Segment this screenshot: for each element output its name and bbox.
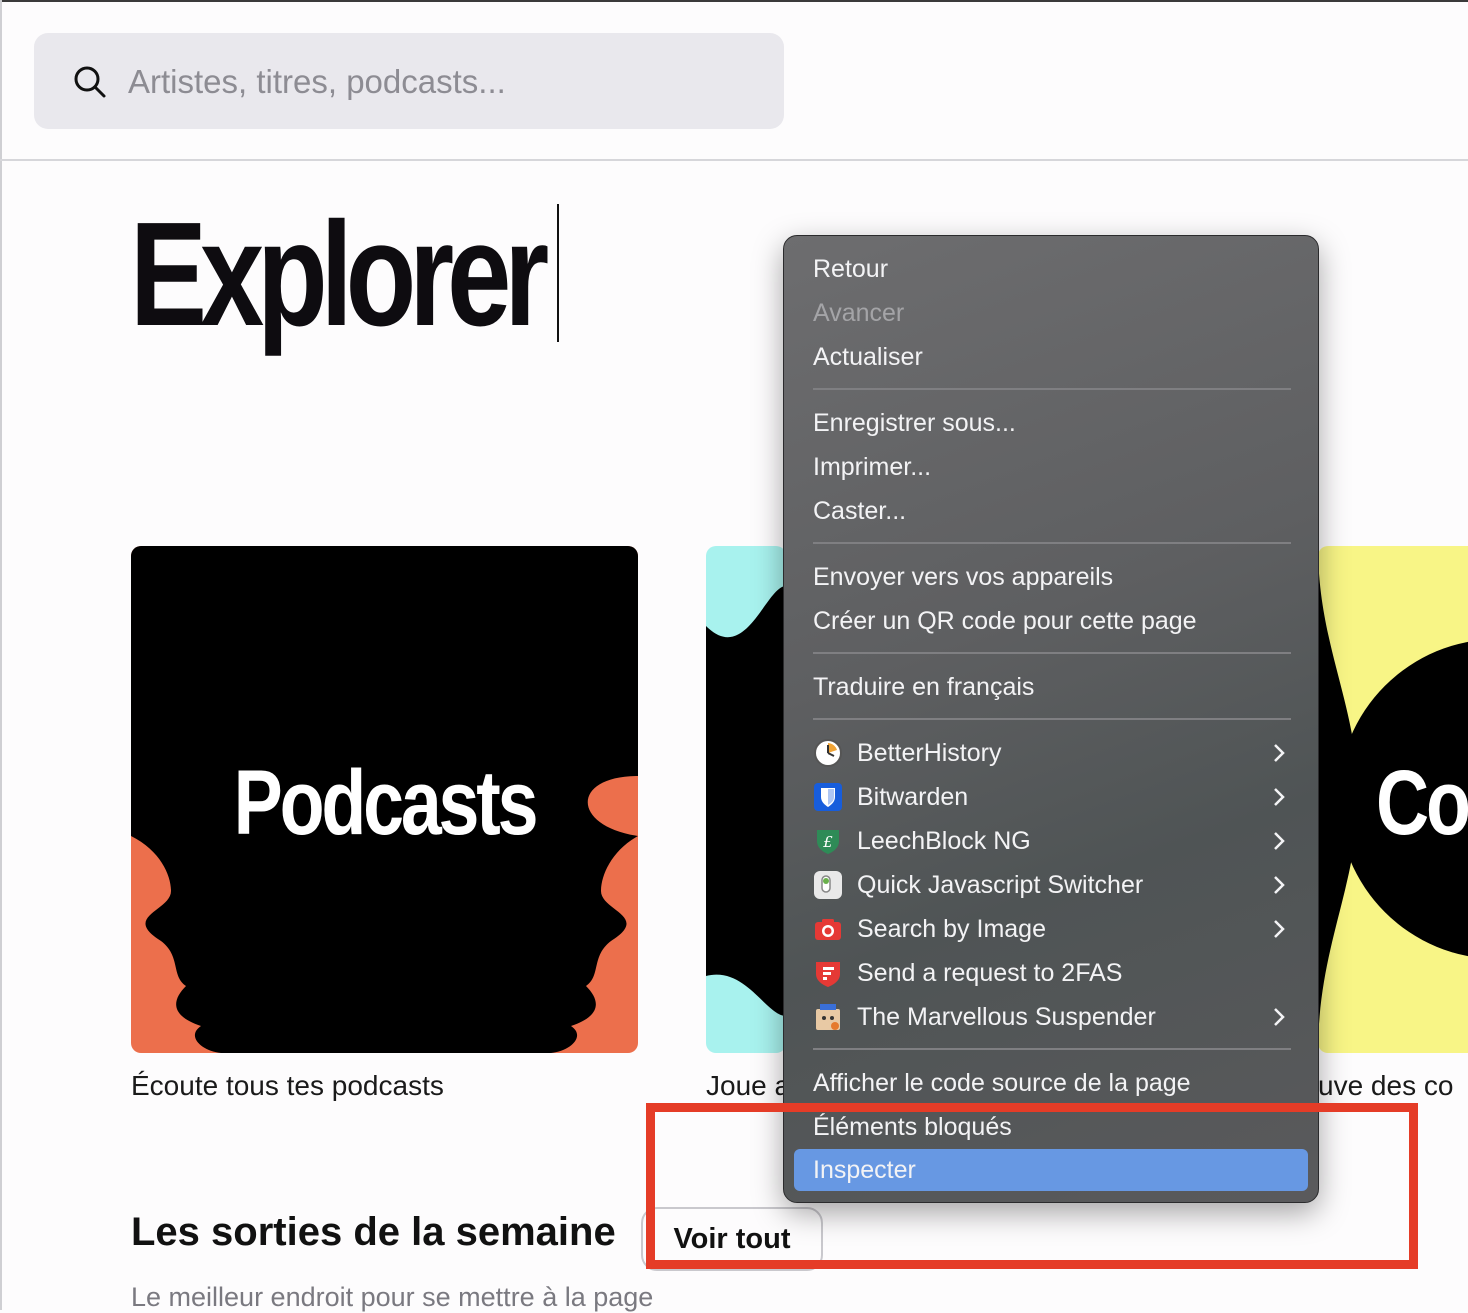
shield-icon [814,783,842,811]
menu-item-reload[interactable]: Actualiser [794,336,1308,378]
menu-item-view-source[interactable]: Afficher le code source de la page [794,1062,1308,1104]
game-card-art [706,586,786,1016]
menu-item-betterhistory[interactable]: BetterHistory [794,732,1308,774]
menu-item-label: Bitwarden [857,783,969,811]
menu-item-label: Search by Image [857,915,1046,943]
menu-item-save-as[interactable]: Enregistrer sous... [794,402,1308,444]
toggle-icon [814,871,842,899]
search-icon [74,66,106,98]
chevron-right-icon [1274,744,1285,762]
card-game-caption: Joue a [706,1070,791,1101]
menu-item-label: The Marvellous Suspender [857,1003,1156,1031]
menu-item-label: Enregistrer sous... [813,409,1016,437]
menu-item-label: Envoyer vers vos appareils [813,563,1114,591]
header-divider [0,159,1468,161]
menu-item-send-to-devices[interactable]: Envoyer vers vos appareils [794,556,1308,598]
page-title: Explorer [130,192,549,357]
menu-item-create-qr[interactable]: Créer un QR code pour cette page [794,600,1308,642]
search-input[interactable] [126,51,750,113]
svg-text:£: £ [822,833,833,851]
suspender-icon [816,1004,840,1030]
leech-shield-icon: £ [817,830,839,854]
menu-item-label: Traduire en français [813,673,1035,701]
menu-item-translate[interactable]: Traduire en français [794,666,1308,708]
menu-item-label: Créer un QR code pour cette page [813,607,1197,635]
chevron-right-icon [1274,1008,1285,1026]
menu-item-label: Caster... [813,497,907,525]
card-concerts[interactable]: Co [1318,546,1468,1053]
menu-item-forward: Avancer [794,292,1308,334]
menu-item-quick-js-switcher[interactable]: Quick Javascript Switcher [794,864,1308,906]
menu-separator [813,542,1291,544]
window-left-border [0,0,2,1310]
clock-icon [814,739,842,767]
section-subtitle: Le meilleur endroit pour se mettre à la … [131,1282,654,1312]
menu-item-marvellous-suspender[interactable]: The Marvellous Suspender [794,996,1308,1038]
card-podcasts-caption: Écoute tous tes podcasts [131,1070,444,1101]
text-caret [557,204,559,342]
menu-item-label: Imprimer... [813,453,932,481]
context-menu: Retour Avancer Actualiser Enregistrer so… [783,235,1319,1203]
menu-item-back[interactable]: Retour [794,248,1308,290]
card-podcasts[interactable]: Podcasts [131,546,638,1053]
menu-item-label: LeechBlock NG [857,827,1031,855]
menu-item-label: Afficher le code source de la page [813,1069,1191,1097]
menu-item-search-by-image[interactable]: Search by Image [794,908,1308,950]
card-concerts-label: Co [1376,752,1468,854]
chevron-right-icon [1274,788,1285,806]
menu-item-label: Quick Javascript Switcher [857,871,1144,899]
window-top-border [0,0,1468,2]
chevron-right-icon [1274,832,1285,850]
menu-item-label: Avancer [813,299,905,327]
menu-separator [813,1048,1291,1050]
annotation-highlight-box [646,1103,1418,1269]
chevron-right-icon [1274,876,1285,894]
menu-item-cast[interactable]: Caster... [794,490,1308,532]
menu-item-bitwarden[interactable]: Bitwarden [794,776,1308,818]
menu-item-label: BetterHistory [857,739,1002,767]
search-bar[interactable] [34,33,784,129]
card-game[interactable] [706,546,786,1053]
twofas-icon [816,962,840,987]
menu-item-label: Send a request to 2FAS [857,959,1123,987]
camera-icon [815,919,841,940]
menu-separator [813,652,1291,654]
menu-item-print[interactable]: Imprimer... [794,446,1308,488]
menu-separator [813,718,1291,720]
chevron-right-icon [1274,920,1285,938]
menu-item-label: Retour [813,255,889,283]
section-title: Les sorties de la semaine [131,1210,616,1254]
card-concerts-caption: uve des co [1318,1070,1454,1101]
menu-item-leechblock[interactable]: £ LeechBlock NG [794,820,1308,862]
menu-item-send-2fas[interactable]: Send a request to 2FAS [794,952,1308,994]
menu-separator [813,388,1291,390]
card-podcasts-label: Podcasts [233,752,539,854]
menu-item-label: Actualiser [813,343,923,371]
